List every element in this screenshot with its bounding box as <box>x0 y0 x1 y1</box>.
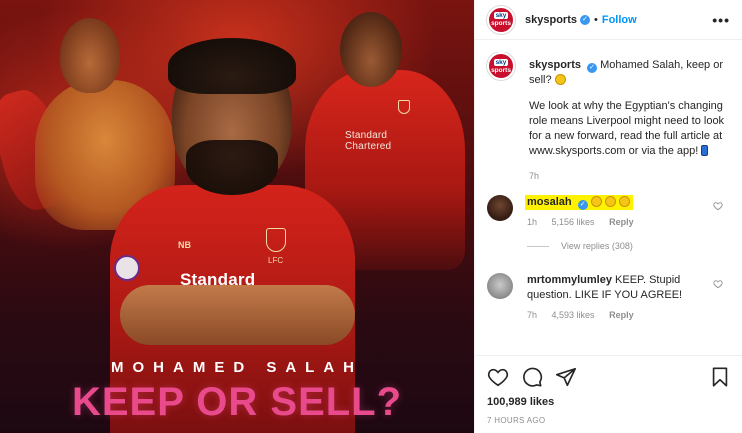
avatar-logo-sports: sports <box>491 20 511 27</box>
comment-verified-badge-icon: ✓ <box>577 200 588 210</box>
caption-text: We look at why the Egyptian's changing r… <box>529 100 725 157</box>
right-shirt-sponsor: Standard Chartered <box>345 130 392 152</box>
center-player-beard <box>186 140 278 195</box>
celebrating-player-head <box>60 18 120 93</box>
laughing-emoji-icon <box>590 196 602 207</box>
comment-item: mrtommylumley KEEP. Stupid question. LIK… <box>475 273 742 320</box>
comment-likes[interactable]: 5,156 likes <box>552 217 595 227</box>
post-header: sky sports skysports ✓ • Follow ••• <box>475 0 742 40</box>
comment-time[interactable]: 1h <box>527 217 537 227</box>
caption-avatar-logo-sports: sports <box>491 66 511 74</box>
crest-text: LFC <box>268 256 284 265</box>
header-separator: • <box>593 13 598 26</box>
liverpool-crest-icon <box>266 228 286 252</box>
highlighted-comment: mosalah ✓ <box>525 195 633 210</box>
right-shirt-crest-icon <box>398 100 410 114</box>
post-image[interactable]: Standard Chartered NB LFC Standard MOHAM… <box>0 0 474 433</box>
center-player-crossed-arms <box>120 285 355 345</box>
center-shirt-sponsor: Standard <box>180 270 256 289</box>
caption-avatar[interactable]: sky sports <box>487 52 515 80</box>
follow-button[interactable]: Follow <box>602 14 637 26</box>
comment-username[interactable]: mosalah <box>527 196 572 208</box>
thinking-emoji-icon <box>554 74 566 85</box>
reply-button[interactable]: Reply <box>609 310 634 320</box>
comment-icon[interactable] <box>521 366 543 388</box>
likes-count[interactable]: 100,989 likes <box>487 396 731 408</box>
view-replies-line <box>527 245 549 247</box>
paper-plane-icon[interactable] <box>555 366 577 388</box>
post-caption: sky sports skysports ✓ Mohamed Salah, ke… <box>475 52 742 181</box>
post-sidebar: sky sports skysports ✓ • Follow ••• sky … <box>474 0 742 433</box>
view-replies-button[interactable]: View replies (308) <box>527 241 742 251</box>
premier-league-badge-icon <box>114 255 140 281</box>
comment-time[interactable]: 7h <box>527 310 537 320</box>
comments-list[interactable]: sky sports skysports ✓ Mohamed Salah, ke… <box>475 52 742 355</box>
post-timestamp[interactable]: 7 HOURS AGO <box>487 416 731 425</box>
laughing-emoji-icon <box>618 196 630 207</box>
more-options-icon[interactable]: ••• <box>712 12 730 28</box>
graphic-player-name: MOHAMED SALAH <box>111 359 363 376</box>
kit-brand-logo: NB <box>178 240 191 250</box>
comment-likes[interactable]: 4,593 likes <box>552 310 595 320</box>
header-username[interactable]: skysports <box>525 14 577 26</box>
caption-verified-badge-icon: ✓ <box>587 63 598 73</box>
dejected-player-head <box>340 12 402 87</box>
view-replies-label: View replies (308) <box>561 241 633 251</box>
graphic-headline: KEEP OR SELL? <box>71 380 403 424</box>
post-actions: 100,989 likes 7 HOURS AGO <box>475 355 742 425</box>
comment-item: mosalah ✓ 1h 5,156 likes Reply <box>475 195 742 227</box>
reply-button[interactable]: Reply <box>609 217 634 227</box>
caption-username[interactable]: skysports <box>529 59 581 71</box>
center-player-hair <box>168 38 296 94</box>
comment-like-heart-icon[interactable] <box>713 279 723 289</box>
skysports-avatar[interactable]: sky sports <box>487 5 515 34</box>
bookmark-icon[interactable] <box>709 366 731 388</box>
verified-badge-icon: ✓ <box>579 14 590 25</box>
heart-icon[interactable] <box>487 366 509 388</box>
comment-like-heart-icon[interactable] <box>713 201 723 211</box>
laughing-emoji-icon <box>604 196 616 207</box>
caption-time[interactable]: 7h <box>529 171 729 181</box>
comment-avatar[interactable] <box>487 273 513 299</box>
comment-username[interactable]: mrtommylumley <box>527 274 612 286</box>
caption-body: skysports ✓ Mohamed Salah, keep or sell?… <box>529 52 729 181</box>
avatar-logo-sky: sky <box>493 12 509 19</box>
phone-emoji-icon <box>701 145 709 156</box>
caption-avatar-logo-sky: sky <box>493 58 509 66</box>
comment-avatar[interactable] <box>487 195 513 221</box>
